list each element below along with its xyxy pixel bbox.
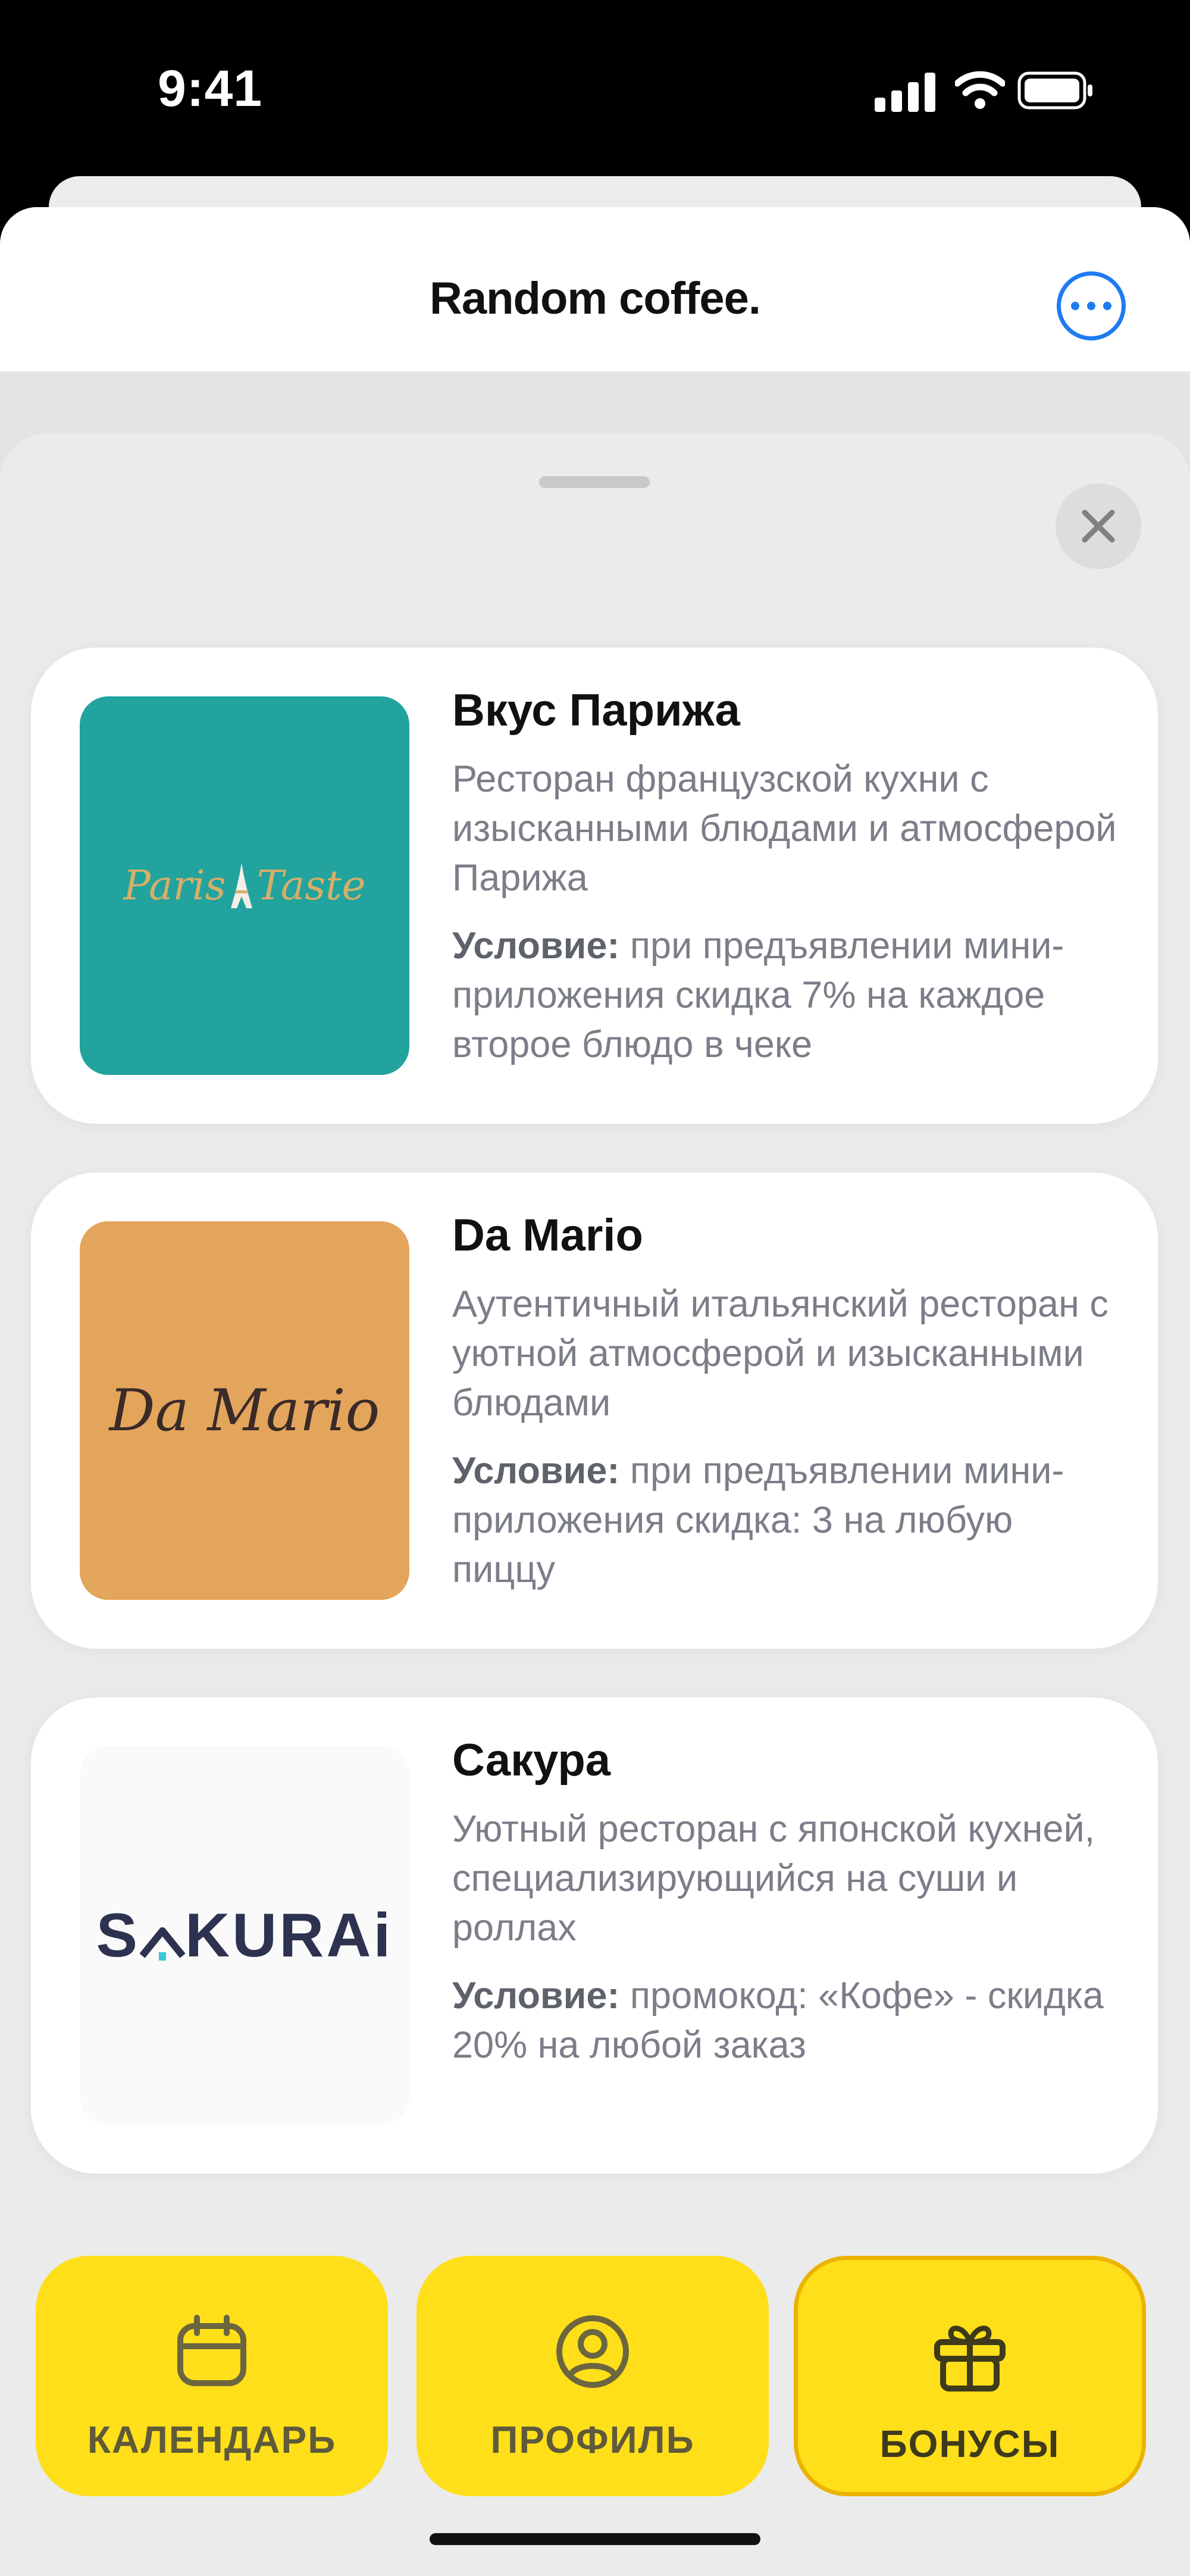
app-sheet: Random coffee. Paris Taste Вкус Парижа Р… <box>0 207 1190 2576</box>
battery-icon <box>1017 71 1092 110</box>
condition-label: Условие: <box>452 1450 620 1492</box>
home-indicator <box>430 2533 760 2545</box>
restaurant-description: Уютный ресторан с японской кухней, специ… <box>452 1808 1095 1949</box>
restaurant-condition: Условие: промокод: «Кофе» - скидка 20% н… <box>452 1971 1125 2070</box>
more-options-button[interactable] <box>1057 271 1126 340</box>
restaurant-description: Ресторан французской кухни с изысканными… <box>452 758 1117 899</box>
wifi-icon <box>955 71 1005 109</box>
logo-text: Da Mario <box>109 1377 380 1444</box>
condition-label: Условие: <box>452 1975 620 2017</box>
app-title: Random coffee. <box>429 273 761 324</box>
eiffel-tower-icon <box>230 863 252 908</box>
tab-bonuses[interactable]: БОНУСЫ <box>794 2256 1146 2496</box>
tab-label: БОНУСЫ <box>879 2422 1060 2465</box>
restaurant-logo-da-mario: Da Mario <box>80 1221 409 1600</box>
restaurant-condition: Условие: при предъявлении мини-приложени… <box>452 1446 1125 1595</box>
restaurant-card[interactable]: Da Mario Da Mario Аутентичный итальянски… <box>31 1173 1158 1649</box>
status-icons <box>857 67 1095 114</box>
restaurant-card[interactable]: Paris Taste Вкус Парижа Ресторан француз… <box>31 648 1158 1124</box>
tab-calendar[interactable]: КАЛЕНДАРЬ <box>36 2256 388 2496</box>
gift-icon <box>934 2325 1006 2391</box>
more-icon-dot <box>1087 302 1095 310</box>
logo-text: i <box>373 1900 393 1970</box>
condition-label: Условие: <box>452 925 620 967</box>
roof-icon <box>140 1927 186 1961</box>
logo-text: Paris <box>123 862 226 909</box>
tab-label: КАЛЕНДАРЬ <box>87 2418 337 2461</box>
bonuses-bottom-sheet: Paris Taste Вкус Парижа Ресторан француз… <box>0 433 1190 2576</box>
tab-profile[interactable]: ПРОФИЛЬ <box>416 2256 769 2496</box>
restaurant-name: Сакура <box>452 1735 611 1786</box>
restaurant-logo-sakurai: S KURA i <box>80 1746 409 2125</box>
calendar-icon <box>177 2315 246 2386</box>
profile-icon <box>556 2315 629 2388</box>
app-header: Random coffee. <box>0 207 1190 371</box>
drag-handle[interactable] <box>539 476 650 488</box>
restaurant-logo-paris-taste: Paris Taste <box>80 696 409 1075</box>
restaurant-condition: Условие: при предъявлении мини-приложени… <box>452 921 1125 1070</box>
signal-icon <box>875 73 935 112</box>
close-icon <box>1082 509 1115 543</box>
logo-text: Taste <box>256 862 366 909</box>
status-bar: 9:41 <box>0 0 1190 179</box>
close-button[interactable] <box>1056 483 1141 569</box>
restaurant-name: Вкус Парижа <box>452 685 740 736</box>
tab-label: ПРОФИЛЬ <box>490 2418 695 2461</box>
logo-text: S <box>96 1900 140 1970</box>
more-icon-dot <box>1103 302 1111 310</box>
more-icon-dot <box>1071 302 1079 310</box>
status-time: 9:41 <box>158 60 263 117</box>
restaurant-description: Аутентичный итальянский ресторан с уютно… <box>452 1283 1108 1424</box>
restaurant-name: Da Mario <box>452 1210 643 1261</box>
logo-text: KURA <box>185 1900 374 1970</box>
restaurant-card[interactable]: S KURA i Сакура Уютный ресторан с японск… <box>31 1697 1158 2174</box>
